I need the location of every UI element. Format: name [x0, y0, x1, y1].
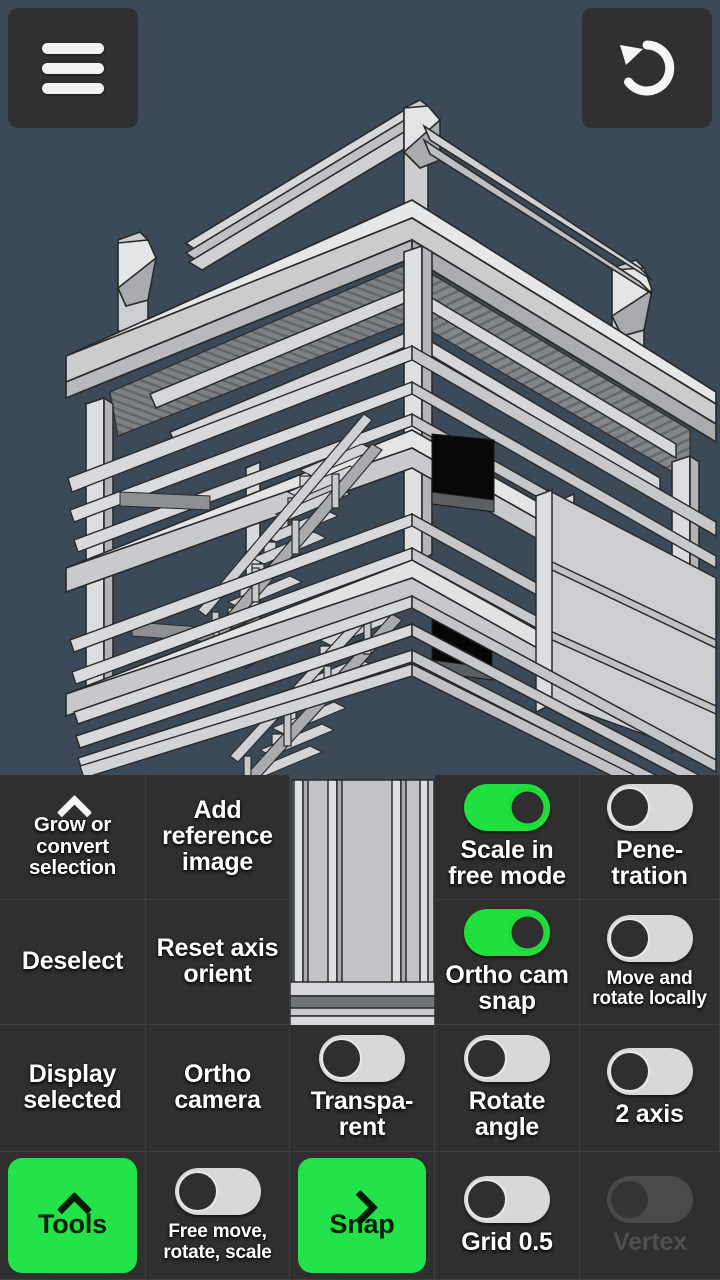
reset-axis-orient-button[interactable]: Reset axis orient — [146, 900, 290, 1025]
deselect-button[interactable]: Deselect — [0, 900, 146, 1025]
ortho-camera-button[interactable]: Ortho camera — [146, 1025, 290, 1152]
cell-label: Rotate angle — [468, 1087, 546, 1141]
chevron-up-icon — [59, 795, 87, 811]
penetration-toggle[interactable]: Pene- tration — [580, 775, 720, 900]
undo-button[interactable] — [582, 8, 712, 128]
chevron-up-icon — [59, 1192, 87, 1208]
grow-or-convert-selection-button[interactable]: Grow or convert selection — [0, 775, 146, 900]
two-axis-toggle[interactable]: 2 axis — [580, 1025, 720, 1152]
toggle-switch-off[interactable] — [464, 1035, 550, 1083]
move-and-rotate-locally-toggle[interactable]: Move and rotate locally — [580, 900, 720, 1025]
cell-label-line1: Transpa- — [310, 1087, 414, 1116]
grid-toggle[interactable]: Grid 0.5 — [435, 1152, 580, 1280]
viewport-cutout-top[interactable] — [290, 775, 435, 900]
cell-label: Vertex — [613, 1227, 687, 1256]
cell-label: Add reference image — [162, 796, 273, 876]
cell-label: Grid 0.5 — [461, 1227, 553, 1256]
undo-arrow-icon — [620, 40, 675, 96]
snap-cell: Snap — [290, 1152, 435, 1280]
cell-label-line2: tration — [611, 862, 688, 890]
toggle-switch-off[interactable] — [174, 1168, 261, 1216]
snap-button[interactable]: Snap — [298, 1158, 426, 1273]
cell-label: Display selected — [23, 1060, 122, 1114]
viewport-cutout-bottom[interactable] — [290, 900, 435, 1025]
cell-label: Deselect — [21, 947, 124, 976]
tools-button[interactable]: Tools — [8, 1158, 137, 1273]
toggle-switch-off[interactable] — [606, 914, 693, 962]
toggle-switch-on[interactable] — [464, 909, 550, 957]
cell-label-line1: Pene- — [615, 836, 684, 865]
app-root: Grow or convert selection Add reference … — [0, 0, 720, 1280]
hamburger-menu-icon — [42, 34, 104, 103]
scale-in-free-mode-toggle[interactable]: Scale in free mode — [435, 775, 580, 900]
add-reference-image-button[interactable]: Add reference image — [146, 775, 290, 900]
cell-label: 2 axis — [615, 1100, 684, 1129]
tools-cell: Tools — [0, 1152, 146, 1280]
menu-button[interactable] — [8, 8, 138, 128]
cell-label: Reset axis orient — [156, 934, 279, 988]
display-selected-button[interactable]: Display selected — [0, 1025, 146, 1152]
chevron-right-icon — [348, 1192, 376, 1208]
toggle-switch-off[interactable] — [606, 1048, 693, 1096]
cell-label: Free move, rotate, scale — [163, 1221, 272, 1263]
toggle-switch-off[interactable] — [606, 784, 693, 832]
toggle-switch-off[interactable] — [319, 1035, 405, 1083]
cell-label: Ortho cam snap — [445, 961, 569, 1015]
vertex-toggle: Vertex — [580, 1152, 720, 1280]
toggle-switch-on[interactable] — [464, 784, 550, 832]
cell-label-line2: rent — [338, 1113, 386, 1141]
rotate-angle-toggle[interactable]: Rotate angle — [435, 1025, 580, 1152]
free-move-rotate-scale-toggle[interactable]: Free move, rotate, scale — [146, 1152, 290, 1280]
toggle-switch-off[interactable] — [464, 1175, 550, 1223]
tool-panel: Grow or convert selection Add reference … — [0, 775, 720, 1280]
ortho-cam-snap-toggle[interactable]: Ortho cam snap — [435, 900, 580, 1025]
cell-label: Scale in free mode — [448, 836, 566, 890]
cell-label: Move and rotate locally — [592, 967, 707, 1009]
transparent-toggle[interactable]: Transpa- rent — [290, 1025, 435, 1152]
cell-label: Ortho camera — [174, 1060, 261, 1114]
toggle-switch-off-disabled — [607, 1175, 693, 1223]
